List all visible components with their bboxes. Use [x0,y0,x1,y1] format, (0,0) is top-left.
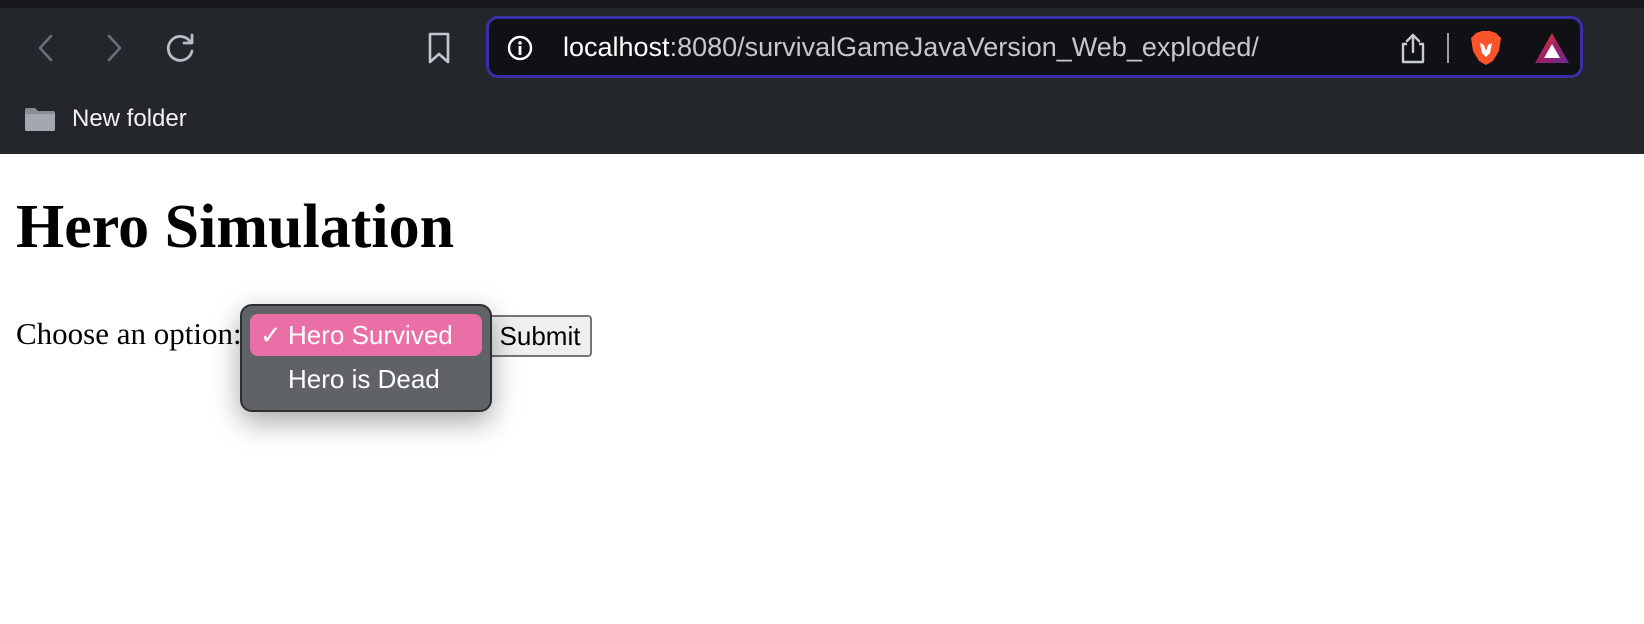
brave-rewards-icon[interactable] [1533,31,1571,65]
dropdown-option-label: Hero is Dead [288,364,440,394]
share-icon[interactable] [1398,32,1428,64]
bookmark-icon [428,32,450,64]
dropdown-option-label: Hero Survived [288,320,453,350]
option-dropdown-menu[interactable]: ✓ Hero Survived Hero is Dead [240,304,492,412]
browser-toolbar: localhost:8080/survivalGameJavaVersion_W… [0,8,1644,154]
reload-icon [166,33,194,62]
back-button[interactable] [28,30,64,66]
dropdown-option-hero-is-dead[interactable]: Hero is Dead [250,358,482,400]
submit-button[interactable]: Submit [488,315,592,357]
bookmark-page-button[interactable] [421,30,457,66]
info-icon[interactable] [507,35,533,61]
forward-button[interactable] [96,30,132,66]
page-title: Hero Simulation [16,193,455,261]
dropdown-option-hero-survived[interactable]: ✓ Hero Survived [250,314,482,356]
bookmark-label: New folder [72,105,187,132]
choose-option-label: Choose an option: [16,316,242,351]
brave-lion-icon[interactable] [1468,29,1504,67]
address-bar[interactable]: localhost:8080/survivalGameJavaVersion_W… [486,16,1583,78]
address-separator [1447,33,1449,63]
checkmark-icon: ✓ [260,320,282,350]
folder-icon [25,108,55,131]
chevron-left-icon [38,34,53,62]
window-top-strip [0,0,1644,8]
url-path: :8080/survivalGameJavaVersion_Web_explod… [669,32,1259,62]
bookmark-folder-new-folder[interactable]: New folder [24,102,187,136]
chevron-right-icon [107,34,122,62]
reload-button[interactable] [163,30,199,66]
url-text[interactable]: localhost:8080/survivalGameJavaVersion_W… [563,19,1259,75]
page-content: Hero Simulation Choose an option: Submit… [0,154,1644,624]
url-host: localhost [563,32,670,62]
